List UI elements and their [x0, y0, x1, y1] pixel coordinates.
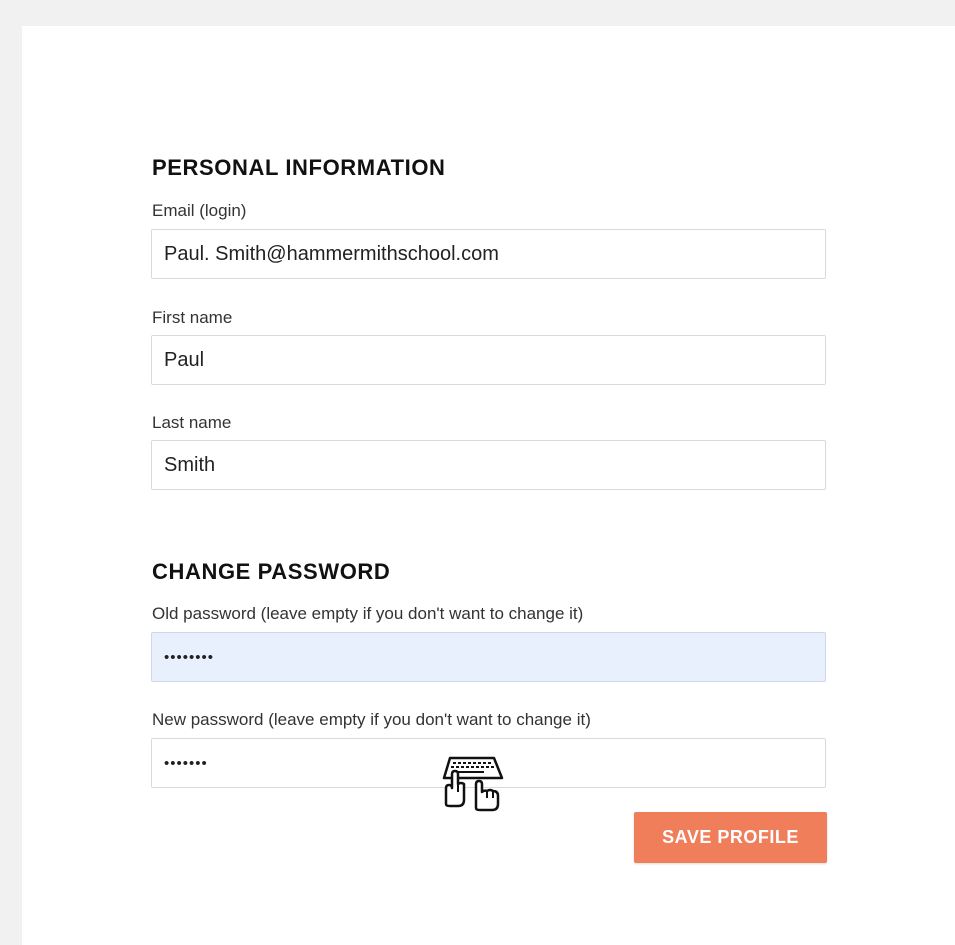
first-name-label: First name [152, 308, 233, 327]
save-profile-button[interactable]: SAVE PROFILE [634, 812, 827, 863]
first-name-field[interactable] [151, 335, 826, 385]
email-label: Email (login) [152, 201, 247, 220]
profile-card: PERSONAL INFORMATION Email (login) First… [22, 26, 955, 945]
last-name-label: Last name [152, 413, 232, 432]
change-password-heading: CHANGE PASSWORD [152, 559, 391, 584]
old-password-field[interactable] [151, 632, 826, 682]
typing-hands-keyboard-icon [442, 756, 504, 812]
old-password-label: Old password (leave empty if you don't w… [152, 604, 584, 623]
last-name-field[interactable] [151, 440, 826, 490]
email-field[interactable] [151, 229, 826, 279]
personal-information-heading: PERSONAL INFORMATION [152, 155, 446, 180]
new-password-label: New password (leave empty if you don't w… [152, 710, 591, 729]
